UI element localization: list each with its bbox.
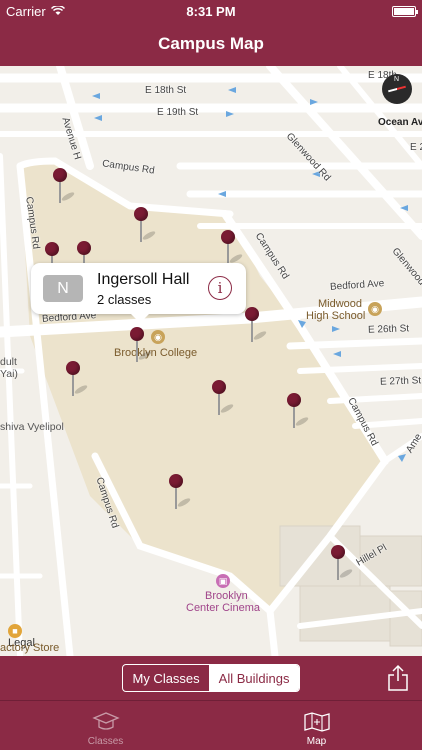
shopping-bag-icon: ■: [8, 624, 22, 638]
navigation-bar: Campus Map: [0, 22, 422, 66]
segment-all-buildings[interactable]: All Buildings: [208, 665, 299, 691]
building-pin[interactable]: [134, 207, 157, 245]
map-icon: [303, 712, 330, 732]
building-pin[interactable]: [331, 545, 354, 583]
compass-north-label: N: [394, 76, 400, 83]
tab-label-classes: Classes: [87, 736, 124, 747]
street-label: E 2: [410, 142, 422, 153]
building-callout[interactable]: N Ingersoll Hall 2 classes i: [31, 263, 246, 323]
street-label: E 27th St: [379, 375, 422, 388]
callout-title: Ingersoll Hall: [97, 271, 190, 288]
cinema-icon: ▣: [216, 574, 230, 588]
info-icon[interactable]: i: [208, 276, 232, 300]
carrier-label: Carrier: [6, 3, 46, 19]
page-title: Campus Map: [158, 34, 264, 53]
building-pin[interactable]: [53, 168, 76, 206]
building-pin-selected[interactable]: [130, 327, 153, 365]
map-toolbar: My Classes All Buildings: [0, 656, 422, 700]
graduation-cap-icon: [91, 712, 120, 730]
status-bar: Carrier 8:31 PM: [0, 0, 422, 22]
poi-factory-store[interactable]: actory Store: [0, 642, 59, 655]
street-label: E 19th St: [157, 107, 199, 118]
university-icon: ◉: [151, 330, 165, 344]
poi-brooklyn-college[interactable]: Brooklyn College: [114, 347, 197, 360]
compass-icon[interactable]: N: [382, 74, 412, 104]
compass-needle: [388, 85, 406, 93]
school-icon: ◉: [368, 302, 382, 316]
place-label-yeshiva: shiva Vyelipol: [0, 421, 64, 433]
callout-subtitle: 2 classes: [97, 292, 152, 307]
building-pin[interactable]: [169, 474, 192, 512]
building-pin[interactable]: [66, 361, 89, 399]
building-pin[interactable]: [245, 307, 268, 345]
poi-cinema-line2[interactable]: Center Cinema: [186, 602, 260, 615]
battery-icon: [392, 5, 418, 17]
tab-classes[interactable]: Classes: [0, 701, 211, 750]
place-label-adult-1: dult: [0, 356, 17, 368]
street-label: E 18th St: [145, 85, 187, 96]
tab-map[interactable]: Map: [211, 701, 422, 750]
building-badge: N: [43, 275, 83, 302]
street-label-ocean: Ocean Av: [378, 117, 422, 128]
building-pin[interactable]: [287, 393, 310, 431]
building-pin[interactable]: [212, 380, 235, 418]
tab-bar: Classes Map: [0, 700, 422, 750]
place-label-adult-2: Yai): [0, 368, 18, 380]
segmented-control[interactable]: My Classes All Buildings: [122, 664, 300, 692]
carrier-group: Carrier: [6, 4, 65, 19]
street-label: E 26th St: [367, 323, 410, 336]
map-view[interactable]: E 18th St E 18th E 19th St Avenue H Camp…: [0, 66, 422, 656]
wifi-icon: [50, 6, 65, 15]
share-icon[interactable]: [386, 664, 410, 692]
poi-midwood-line2[interactable]: High School: [306, 310, 365, 323]
segment-my-classes[interactable]: My Classes: [123, 665, 208, 691]
tab-label-map: Map: [306, 736, 327, 747]
